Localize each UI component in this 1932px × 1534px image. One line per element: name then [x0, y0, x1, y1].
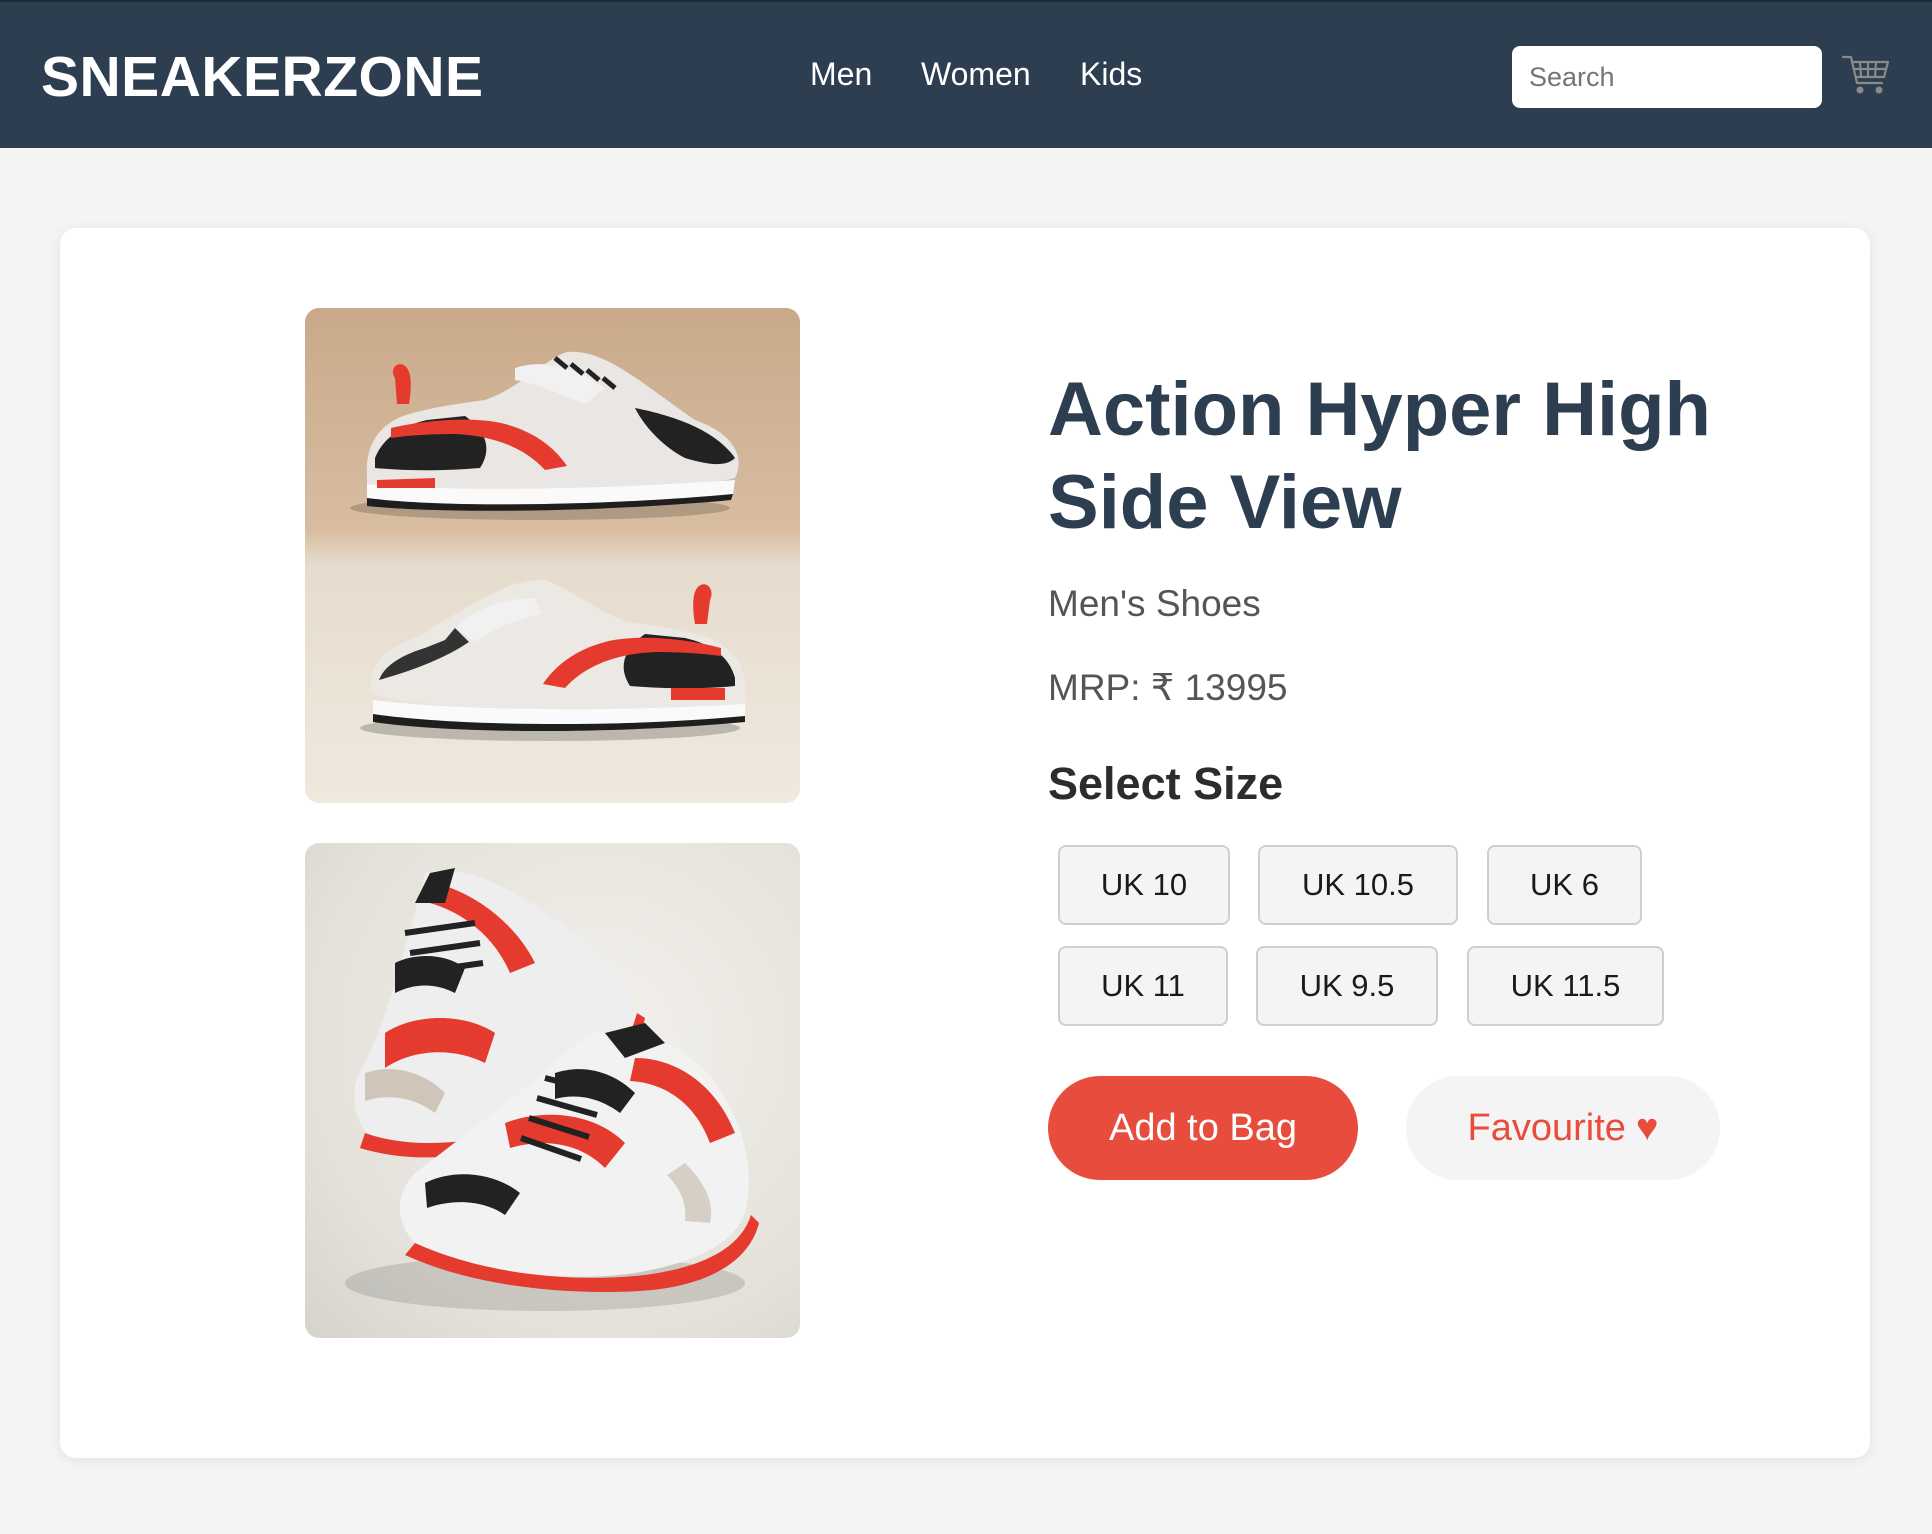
product-category: Men's Shoes — [1048, 583, 1261, 624]
select-size-heading: Select Size — [1048, 758, 1284, 809]
favourite-button[interactable]: Favourite ♥ — [1406, 1076, 1720, 1180]
nav-link-men[interactable]: Men — [810, 56, 872, 93]
product-title: Action Hyper High Side View — [1048, 363, 1808, 549]
size-button-uk-9-5[interactable]: UK 9.5 — [1256, 946, 1438, 1026]
add-to-bag-label: Add to Bag — [1108, 1106, 1298, 1149]
search-input[interactable] — [1512, 46, 1822, 108]
shopping-cart-icon[interactable] — [1840, 49, 1892, 101]
brand-logo[interactable]: SNEAKERZONE — [41, 44, 484, 110]
site-header: SNEAKERZONE Men Women Kids — [0, 0, 1932, 148]
product-title-line-2: Side View — [1048, 460, 1402, 545]
add-to-bag-button[interactable]: Add to Bag — [1048, 1076, 1358, 1180]
nav-link-kids[interactable]: Kids — [1080, 56, 1142, 93]
product-price: MRP: ₹ 13995 — [1048, 667, 1288, 708]
heart-icon: ♥ — [1635, 1106, 1659, 1149]
product-image-side-view[interactable] — [305, 308, 800, 803]
size-button-uk-10-5[interactable]: UK 10.5 — [1258, 845, 1458, 925]
size-button-uk-10[interactable]: UK 10 — [1058, 845, 1230, 925]
size-button-uk-6[interactable]: UK 6 — [1487, 845, 1642, 925]
size-button-uk-11-5[interactable]: UK 11.5 — [1467, 946, 1664, 1026]
product-card: Action Hyper High Side View Men's Shoes … — [60, 228, 1870, 1458]
size-button-uk-11[interactable]: UK 11 — [1058, 946, 1228, 1026]
product-image-angled-view[interactable] — [305, 843, 800, 1338]
favourite-label: Favourite — [1467, 1106, 1626, 1149]
nav-link-women[interactable]: Women — [921, 56, 1031, 93]
product-title-line-1: Action Hyper High — [1048, 367, 1711, 452]
